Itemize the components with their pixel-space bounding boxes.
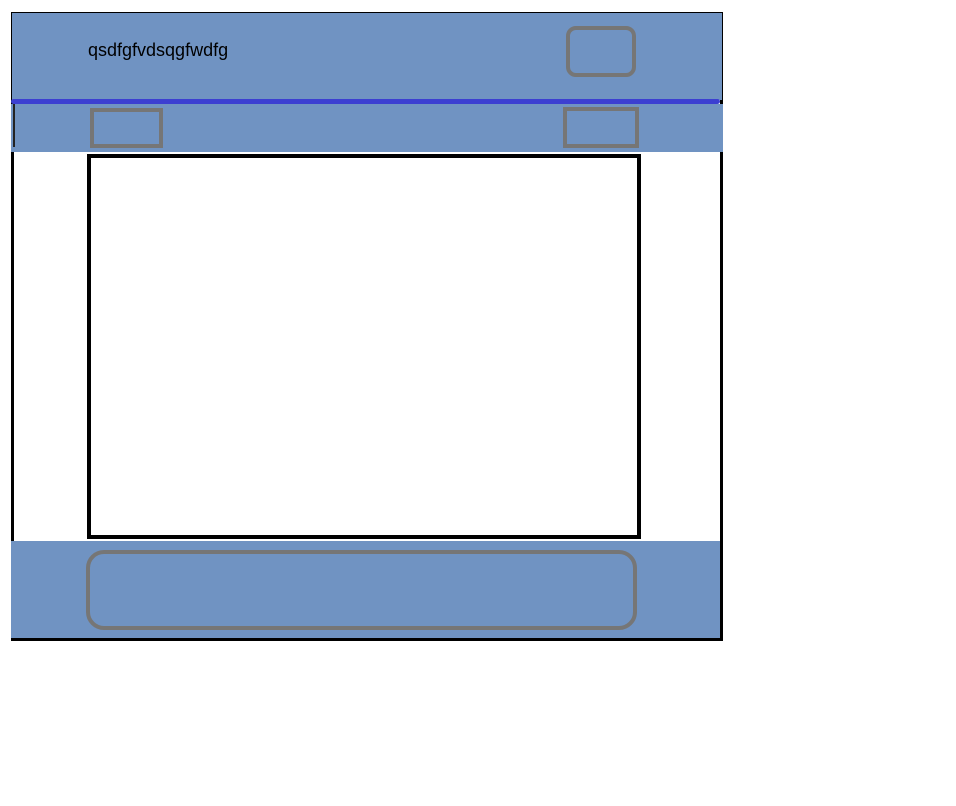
toolbar-left-button[interactable]: [90, 108, 163, 148]
text-cursor: [13, 104, 15, 147]
header-action-button[interactable]: [566, 26, 636, 77]
page-title: qsdfgfvdsqgfwdfg: [88, 40, 229, 60]
footer-bar: [11, 541, 720, 638]
footer-input-field[interactable]: [86, 550, 637, 630]
toolbar-right-button[interactable]: [563, 107, 639, 148]
content-area[interactable]: [87, 154, 641, 539]
toolbar: [11, 104, 723, 152]
header-bar: qsdfgfvdsqgfwdfg: [11, 12, 723, 100]
